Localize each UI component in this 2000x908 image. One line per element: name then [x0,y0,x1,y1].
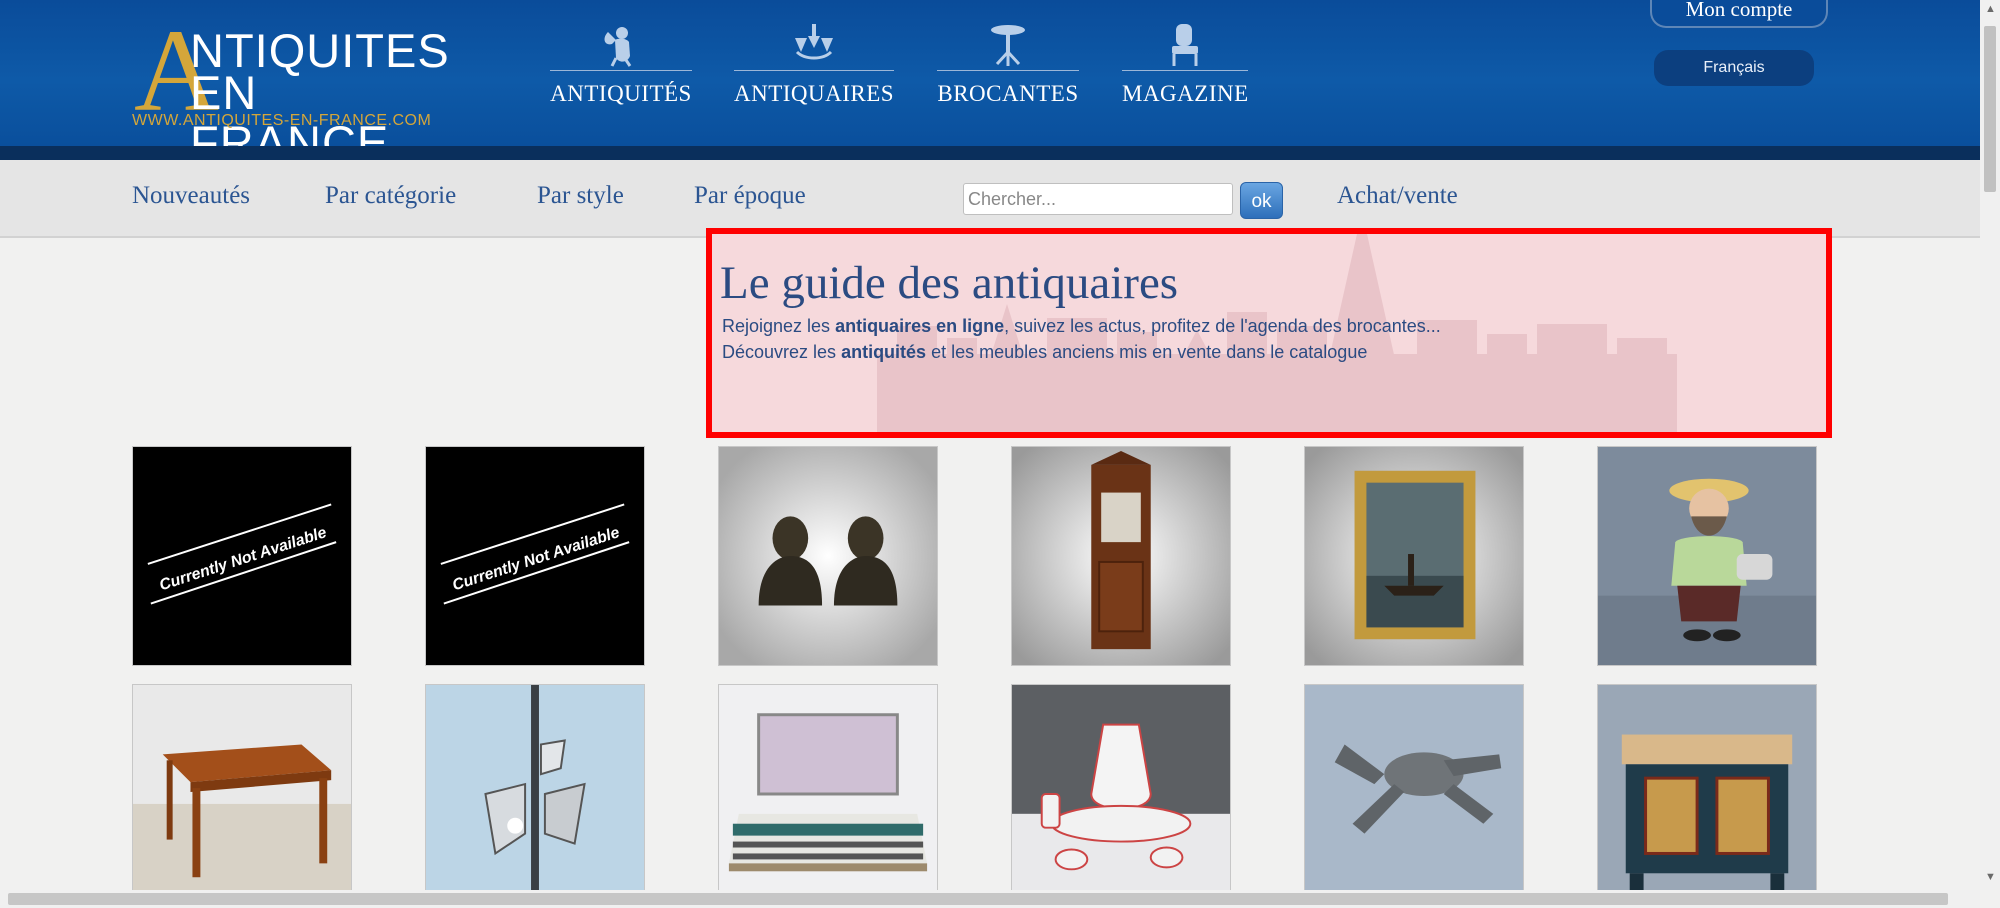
metal-lamp-image [426,685,644,903]
product-thumbnail[interactable]: Currently Not Available [132,446,352,666]
horizontal-scrollbar[interactable] [0,890,1980,908]
product-thumbnail[interactable] [1597,446,1817,666]
bronze-busts-image [719,447,937,665]
language-selector[interactable]: Français [1654,50,1814,86]
account-button[interactable]: Mon compte [1650,0,1828,28]
product-thumbnail[interactable] [718,446,938,666]
scroll-down-icon[interactable]: ▼ [1985,872,1996,883]
nav-antiquites[interactable]: ANTIQUITÉS [550,22,692,112]
carved-cabinet-image [1012,447,1230,665]
nav-label: ANTIQUAIRES [734,81,895,106]
chandelier-icon [795,24,833,60]
product-thumbnail[interactable] [1597,684,1817,904]
not-available-image: Currently Not Available [426,447,644,665]
product-thumbnail[interactable]: Currently Not Available [425,446,645,666]
nav-label: BROCANTES [937,81,1079,106]
site-header: A NTIQUITES EN FRANCE WWW.ANTIQUITES-EN-… [0,0,1980,168]
product-thumbnail[interactable] [425,684,645,904]
not-available-image: Currently Not Available [133,447,351,665]
horizontal-scrollbar-thumb[interactable] [8,893,1948,905]
product-thumbnail[interactable] [1011,684,1231,904]
framed-painting-image [1305,447,1523,665]
subnav-par-epoque[interactable]: Par époque [694,182,806,210]
guide-banner: Le guide des antiquaires Rejoignez les a… [706,228,1832,438]
painted-chest-image [1598,685,1816,903]
product-thumbnail[interactable] [1304,446,1524,666]
wooden-table-image [133,685,351,903]
link-antiquaires-en-ligne[interactable]: antiquaires en ligne [835,316,1004,336]
nav-magazine[interactable]: MAGAZINE [1122,22,1248,112]
secondary-nav: Nouveautés Par catégorie Par style Par é… [0,160,1980,238]
guide-title: Le guide des antiquaires [720,257,1179,309]
subnav-par-style[interactable]: Par style [537,182,624,210]
ceramic-figure-image [1598,447,1816,665]
cherub-icon [604,27,632,67]
guide-text-line-1: Rejoignez les antiquaires en ligne, suiv… [722,316,1441,336]
pewter-lobster-image [1305,685,1523,903]
vertical-scrollbar-thumb[interactable] [1984,26,1996,192]
search-input[interactable] [963,183,1233,215]
logo-url: WWW.ANTIQUITES-EN-FRANCE.COM [132,112,432,129]
scroll-up-icon[interactable]: ▲ [1985,4,1996,15]
product-thumbnail[interactable] [1304,684,1524,904]
product-thumbnail[interactable] [718,684,938,904]
link-antiquites[interactable]: antiquités [841,342,926,362]
subnav-nouveautes[interactable]: Nouveautés [132,182,250,210]
product-thumbnail[interactable] [132,684,352,904]
nav-brocantes[interactable]: BROCANTES [937,22,1079,112]
product-thumbnail[interactable] [1011,446,1231,666]
pitcher-basin-image [1012,685,1230,903]
nav-label: MAGAZINE [1122,81,1249,106]
subnav-par-categorie[interactable]: Par catégorie [325,182,456,210]
gueridon-table-icon [991,25,1025,66]
search-ok-button[interactable]: ok [1240,182,1283,219]
header-divider [0,146,1980,160]
chair-icon [1172,24,1198,66]
nav-label: ANTIQUITÉS [550,81,692,106]
iron-bed-image [719,685,937,903]
guide-text-line-2: Découvrez les antiquités et les meubles … [722,342,1368,362]
site-logo[interactable]: A NTIQUITES EN FRANCE WWW.ANTIQUITES-EN-… [132,12,452,168]
subnav-achat-vente[interactable]: Achat/vente [1337,182,1458,210]
nav-antiquaires[interactable]: ANTIQUAIRES [734,22,894,112]
vertical-scrollbar[interactable]: ▲ ▼ [1980,0,2000,890]
